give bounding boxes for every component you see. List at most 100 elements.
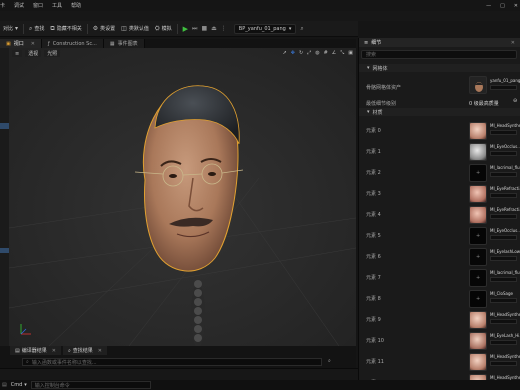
close-icon[interactable]: ✕ xyxy=(31,41,35,47)
class-settings-button[interactable]: ⚙ 类设置 xyxy=(90,23,118,34)
material-thumbnail[interactable] xyxy=(469,206,487,224)
tab-viewport[interactable]: ▣ 视口 ✕ xyxy=(0,39,42,48)
material-thumbnail[interactable] xyxy=(469,353,487,371)
find-button[interactable]: ⌕ xyxy=(328,358,331,364)
minimize-button[interactable]: — xyxy=(486,3,491,9)
lit-mode-button[interactable]: 光照 xyxy=(44,50,61,57)
viewport-menu-button[interactable]: ≡ xyxy=(12,50,23,57)
menu-item-help[interactable]: 帮助 xyxy=(71,2,81,9)
material-thumbnail[interactable] xyxy=(469,122,487,140)
globe-icon[interactable]: ◍ xyxy=(315,50,319,56)
select-icon[interactable]: ➚ xyxy=(283,50,287,56)
tab-construction-script[interactable]: ƒ Construction Sc... xyxy=(41,39,104,48)
menu-item-tools[interactable]: 工具 xyxy=(52,2,62,9)
tab-event-graph[interactable]: ▦ 事件图表 xyxy=(103,39,145,48)
cmd-select[interactable]: Cmd ▾ xyxy=(11,382,27,388)
more-options-icon[interactable]: ⋮ xyxy=(221,25,227,32)
material-thumbnail[interactable] xyxy=(469,143,487,161)
chevron-down-icon: ▾ xyxy=(15,25,19,32)
find-button[interactable]: ⌕ 查找 xyxy=(26,23,47,34)
material-select[interactable] xyxy=(490,235,517,240)
menu-item-window[interactable]: 窗口 xyxy=(33,2,43,9)
material-thumbnail[interactable]: + xyxy=(469,227,487,245)
maximize-button[interactable]: □ xyxy=(500,3,505,9)
material-name: MI_EyeLash_Hi... xyxy=(490,333,520,338)
material-element-label: 元素 11 xyxy=(366,359,384,365)
menu-bar: 卡 调试 窗口 工具 帮助 xyxy=(0,0,520,11)
material-thumbnail[interactable] xyxy=(469,374,487,380)
stop-icon[interactable]: ■ xyxy=(201,25,207,32)
material-select[interactable] xyxy=(490,151,517,156)
empty-material-icon: + xyxy=(476,170,481,176)
play-icon[interactable]: ▶ xyxy=(183,25,188,33)
simulate-button[interactable]: ⛭ 模拟 xyxy=(152,23,175,34)
diff-button[interactable]: 对比 ▾ xyxy=(0,23,21,34)
material-select[interactable] xyxy=(490,361,517,366)
section-mesh[interactable]: ▾ 网格体 xyxy=(359,64,520,72)
console-input[interactable]: 输入控制台命令 xyxy=(30,381,151,389)
scale-snap-icon[interactable]: ⤡ xyxy=(340,50,344,56)
grid-snap-icon[interactable]: # xyxy=(324,50,328,56)
tab-find-results[interactable]: ⌕ 查找结果 ✕ xyxy=(62,346,107,355)
material-select[interactable] xyxy=(490,277,517,282)
class-defaults-button[interactable]: ◫ 类默认值 xyxy=(118,23,152,34)
blueprint-debug-select[interactable]: BP_yanfu_01_pang ▾ xyxy=(233,23,297,34)
browse-icon[interactable]: ⌕ xyxy=(300,25,303,33)
tab-details[interactable]: ≡ 细节 ✕ xyxy=(359,38,520,47)
material-element-label: 元素 6 xyxy=(366,254,381,260)
details-search-input[interactable]: 搜索 xyxy=(361,50,517,59)
scale-icon[interactable]: ⤢ xyxy=(307,50,311,56)
close-icon[interactable]: ✕ xyxy=(52,348,56,354)
bottom-panel: ▤ 编译器结果 ✕ ⌕ 查找结果 ✕ ⌕ 输入函数或事件名称以查找... ⌕ xyxy=(0,346,356,368)
results-icon: ▤ xyxy=(15,347,20,354)
toolbar-divider xyxy=(176,23,178,34)
material-thumbnail[interactable]: + xyxy=(469,164,487,182)
empty-material-icon: + xyxy=(476,296,481,302)
drawer-icon[interactable]: ▤ xyxy=(2,382,7,388)
close-icon[interactable]: ✕ xyxy=(98,348,102,354)
hide-unrelated-label: 隐藏不相关 xyxy=(56,26,82,32)
material-select[interactable] xyxy=(490,319,517,324)
material-select[interactable] xyxy=(490,256,517,261)
chevron-down-icon: ▾ xyxy=(367,65,370,71)
material-element-label: 元素 12 xyxy=(366,379,384,380)
details-panel: ≡ 细节 ✕ 搜索 ▾ 网格体 骨骼网格体资产 yanfu_01_pang 最低… xyxy=(358,38,520,380)
material-thumbnail[interactable]: + xyxy=(469,290,487,308)
lod-value[interactable]: 0 级最高质量 xyxy=(469,100,499,107)
material-thumbnail[interactable] xyxy=(469,185,487,203)
skip-icon[interactable]: ⏭ xyxy=(192,25,197,33)
eject-icon[interactable]: ⏏ xyxy=(211,25,217,32)
find-search-input[interactable]: ⌕ 输入函数或事件名称以查找... xyxy=(22,358,322,366)
material-name: MI_lacrimal_flu... xyxy=(490,165,520,170)
angle-snap-icon[interactable]: ∠ xyxy=(332,50,336,56)
reset-icon[interactable]: ⊖ xyxy=(513,98,517,104)
cmd-label: Cmd xyxy=(10,382,23,388)
hide-unrelated-button[interactable]: ⧉ 隐藏不相关 xyxy=(47,23,84,34)
material-select[interactable] xyxy=(490,193,517,198)
details-tab-label: 细节 xyxy=(371,40,382,46)
move-icon[interactable]: ✥ xyxy=(291,50,295,56)
section-mesh-label: 网格体 xyxy=(372,65,388,72)
skeletal-mesh-thumbnail[interactable] xyxy=(469,76,487,94)
material-select[interactable] xyxy=(490,172,517,177)
camera-speed-icon[interactable]: ▣ xyxy=(348,50,353,56)
material-thumbnail[interactable]: + xyxy=(469,269,487,287)
menu-item-debug[interactable]: 调试 xyxy=(14,2,24,9)
material-select[interactable] xyxy=(490,298,517,303)
perspective-button[interactable]: 透视 xyxy=(25,50,42,57)
menu-item-0[interactable]: 卡 xyxy=(0,2,5,9)
material-select[interactable] xyxy=(490,130,517,135)
section-materials[interactable]: ▾ 材质 xyxy=(359,108,520,116)
close-button[interactable]: ✕ xyxy=(514,3,518,9)
material-thumbnail[interactable]: + xyxy=(469,248,487,266)
viewport[interactable]: ≡ 透视 光照 ➚ ✥ ↻ ⤢ ◍ # ∠ ⤡ ▣ xyxy=(9,48,356,346)
material-thumbnail[interactable] xyxy=(469,332,487,350)
tab-compiler-results[interactable]: ▤ 编译器结果 ✕ xyxy=(10,346,61,355)
material-select[interactable] xyxy=(490,340,517,345)
skeletal-mesh-select[interactable] xyxy=(490,85,517,90)
transform-toolbar: ➚ ✥ ↻ ⤢ ◍ # ∠ ⤡ ▣ xyxy=(283,50,353,56)
rotate-icon[interactable]: ↻ xyxy=(299,50,303,56)
material-select[interactable] xyxy=(490,214,517,219)
material-thumbnail[interactable] xyxy=(469,311,487,329)
close-icon[interactable]: ✕ xyxy=(511,40,515,46)
